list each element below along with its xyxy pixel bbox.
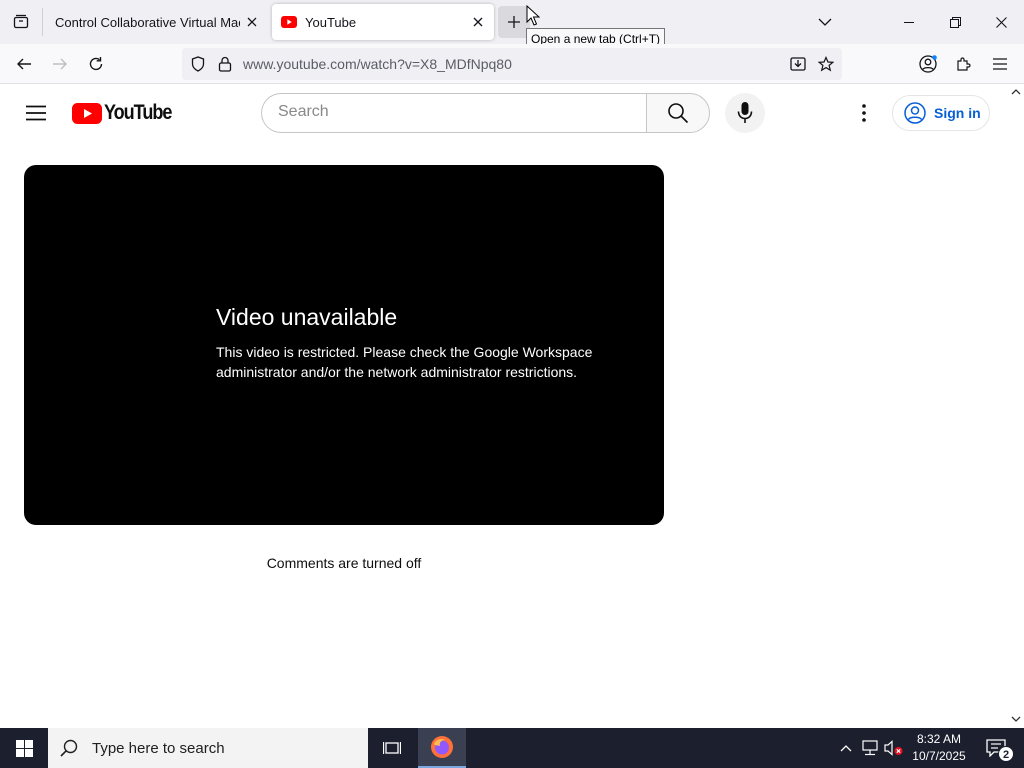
video-error-message: This video is restricted. Please check t… — [216, 344, 593, 380]
restore-button[interactable] — [932, 0, 978, 44]
tab-title: YouTube — [305, 14, 357, 30]
youtube-play-logo-icon — [72, 102, 102, 124]
back-button[interactable] — [8, 48, 40, 80]
taskbar-search-box[interactable]: Type here to search — [48, 728, 368, 768]
lock-icon[interactable] — [215, 54, 235, 74]
address-bar[interactable]: www.youtube.com/watch?v=X8_MDfNpq80 — [182, 48, 842, 80]
browser-tab-strip: Control Collaborative Virtual Machines Y… — [0, 0, 1024, 44]
tab-separator — [42, 8, 43, 36]
hamburger-menu-icon — [26, 105, 46, 121]
chevron-up-icon — [1011, 89, 1021, 95]
taskbar-clock[interactable]: 8:32 AM 10/7/2025 — [906, 731, 972, 765]
page-scrollbar-up-arrow[interactable] — [1010, 86, 1022, 98]
tab-close-button[interactable] — [240, 10, 264, 34]
tab-control-collaborative-vm[interactable]: Control Collaborative Virtual Machines — [46, 4, 268, 40]
search-icon — [668, 103, 689, 124]
chevron-down-icon — [1011, 716, 1021, 722]
volume-button[interactable] — [884, 738, 904, 758]
notification-count-badge: 2 — [998, 746, 1014, 762]
navigation-toolbar: www.youtube.com/watch?v=X8_MDfNpq80 — [0, 44, 1024, 84]
hamburger-menu-icon — [993, 58, 1007, 70]
task-view-icon — [383, 742, 401, 754]
youtube-search-box[interactable] — [261, 93, 647, 133]
microphone-icon — [737, 102, 753, 123]
minimize-icon — [904, 22, 914, 23]
arrow-left-icon — [17, 58, 31, 70]
search-icon — [60, 739, 78, 757]
network-icon — [862, 740, 878, 756]
minimize-button[interactable] — [886, 0, 932, 44]
close-icon — [247, 17, 257, 27]
youtube-logo-text: YouTube — [104, 101, 172, 124]
page-scrollbar-down-arrow[interactable] — [1010, 713, 1022, 725]
speaker-muted-icon — [884, 740, 903, 756]
video-player[interactable]: Video unavailable This video is restrict… — [24, 165, 664, 525]
close-icon — [995, 16, 1007, 28]
chevron-up-icon — [840, 744, 852, 751]
youtube-search-button[interactable] — [646, 93, 710, 133]
voice-search-button[interactable] — [725, 93, 765, 133]
extensions-button[interactable] — [948, 48, 980, 80]
forward-button[interactable] — [44, 48, 76, 80]
tab-youtube[interactable]: YouTube — [272, 4, 494, 40]
mouse-cursor-icon — [526, 5, 540, 26]
user-circle-icon — [904, 102, 926, 124]
url-text[interactable]: www.youtube.com/watch?v=X8_MDfNpq80 — [243, 56, 512, 72]
reload-button[interactable] — [80, 48, 112, 80]
sign-in-label: Sign in — [934, 105, 981, 121]
youtube-logo[interactable]: YouTube — [72, 101, 182, 125]
clock-time: 8:32 AM — [916, 732, 962, 746]
network-status-button[interactable] — [860, 738, 880, 758]
save-to-pocket-icon[interactable] — [788, 54, 808, 74]
arrow-right-icon — [53, 58, 67, 70]
list-all-tabs-button[interactable] — [802, 0, 848, 44]
youtube-settings-more-button[interactable] — [848, 97, 880, 129]
taskbar-firefox-button[interactable] — [418, 728, 466, 768]
youtube-favicon-icon — [281, 14, 297, 30]
task-view-button[interactable] — [368, 728, 416, 768]
more-vertical-icon — [862, 104, 866, 122]
video-error-title: Video unavailable — [216, 304, 398, 330]
bookmark-star-icon[interactable] — [816, 54, 836, 74]
windows-logo-icon — [15, 739, 33, 757]
youtube-search-input[interactable] — [278, 103, 628, 121]
close-icon — [473, 17, 483, 27]
youtube-guide-button[interactable] — [20, 97, 52, 129]
action-center-button[interactable]: 2 — [976, 728, 1016, 768]
windows-taskbar: Type here to search 8:32 AM 10/7/2025 2 — [0, 728, 1024, 768]
account-button[interactable] — [912, 48, 944, 80]
clock-date: 10/7/2025 — [912, 749, 966, 763]
chevron-down-icon — [818, 18, 832, 26]
reload-icon — [89, 57, 103, 71]
tracking-protection-shield-icon[interactable] — [188, 54, 208, 74]
firefox-icon — [431, 736, 453, 758]
tab-overview-icon — [13, 14, 29, 29]
start-button[interactable] — [0, 728, 48, 768]
tab-overview-button[interactable] — [0, 0, 42, 44]
restore-icon — [949, 16, 961, 28]
tab-title: Control Collaborative Virtual Machines — [55, 14, 240, 30]
taskbar-search-placeholder: Type here to search — [92, 739, 225, 757]
sign-in-button[interactable]: Sign in — [892, 95, 990, 131]
show-hidden-icons-button[interactable] — [836, 738, 856, 758]
comments-status: Comments are turned off — [266, 555, 422, 571]
close-window-button[interactable] — [978, 0, 1024, 44]
app-menu-button[interactable] — [984, 48, 1016, 80]
puzzle-icon — [957, 57, 971, 71]
tab-close-button[interactable] — [466, 10, 490, 34]
plus-icon — [508, 16, 520, 28]
account-icon — [919, 55, 937, 73]
